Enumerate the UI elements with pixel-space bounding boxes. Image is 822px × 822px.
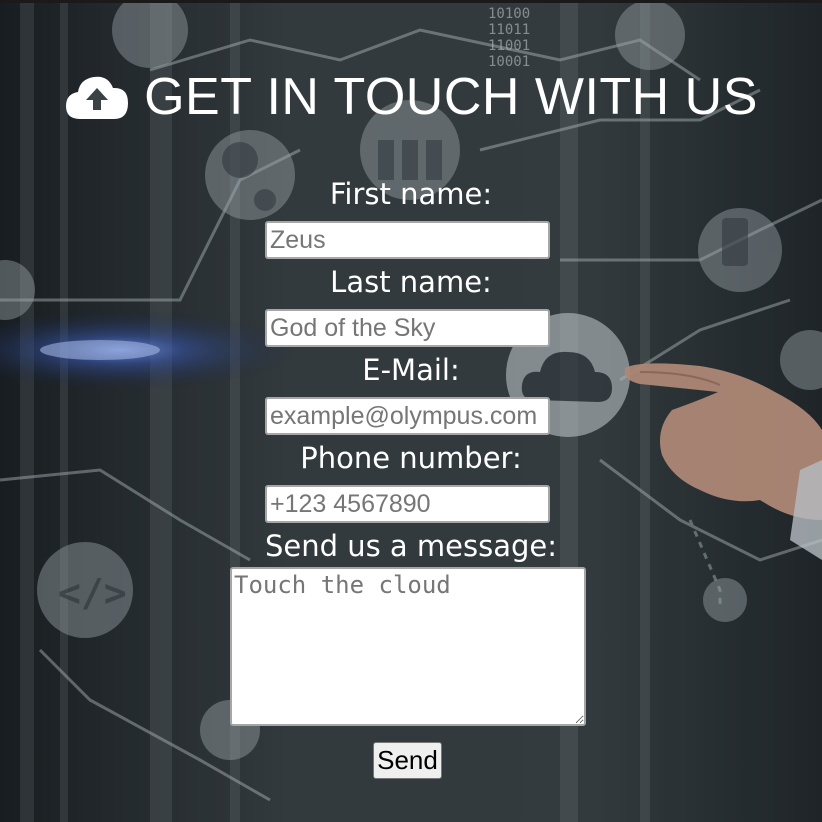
- phone-input[interactable]: [265, 485, 550, 523]
- message-textarea[interactable]: [230, 567, 586, 726]
- send-button[interactable]: Send: [373, 742, 442, 779]
- phone-label: Phone number:: [300, 441, 522, 475]
- last-name-label: Last name:: [330, 265, 492, 299]
- page-title-text: GET IN TOUCH WITH US: [144, 68, 758, 126]
- message-label: Send us a message:: [264, 529, 558, 563]
- page-title: GET IN TOUCH WITH US: [0, 66, 822, 128]
- first-name-label: First name:: [329, 177, 493, 211]
- cloud-upload-icon: [64, 73, 130, 121]
- email-input[interactable]: [265, 397, 550, 435]
- last-name-input[interactable]: [265, 309, 550, 347]
- email-label: E-Mail:: [362, 353, 460, 387]
- contact-page: GET IN TOUCH WITH US First name: Last na…: [0, 0, 822, 822]
- first-name-input[interactable]: [265, 221, 550, 259]
